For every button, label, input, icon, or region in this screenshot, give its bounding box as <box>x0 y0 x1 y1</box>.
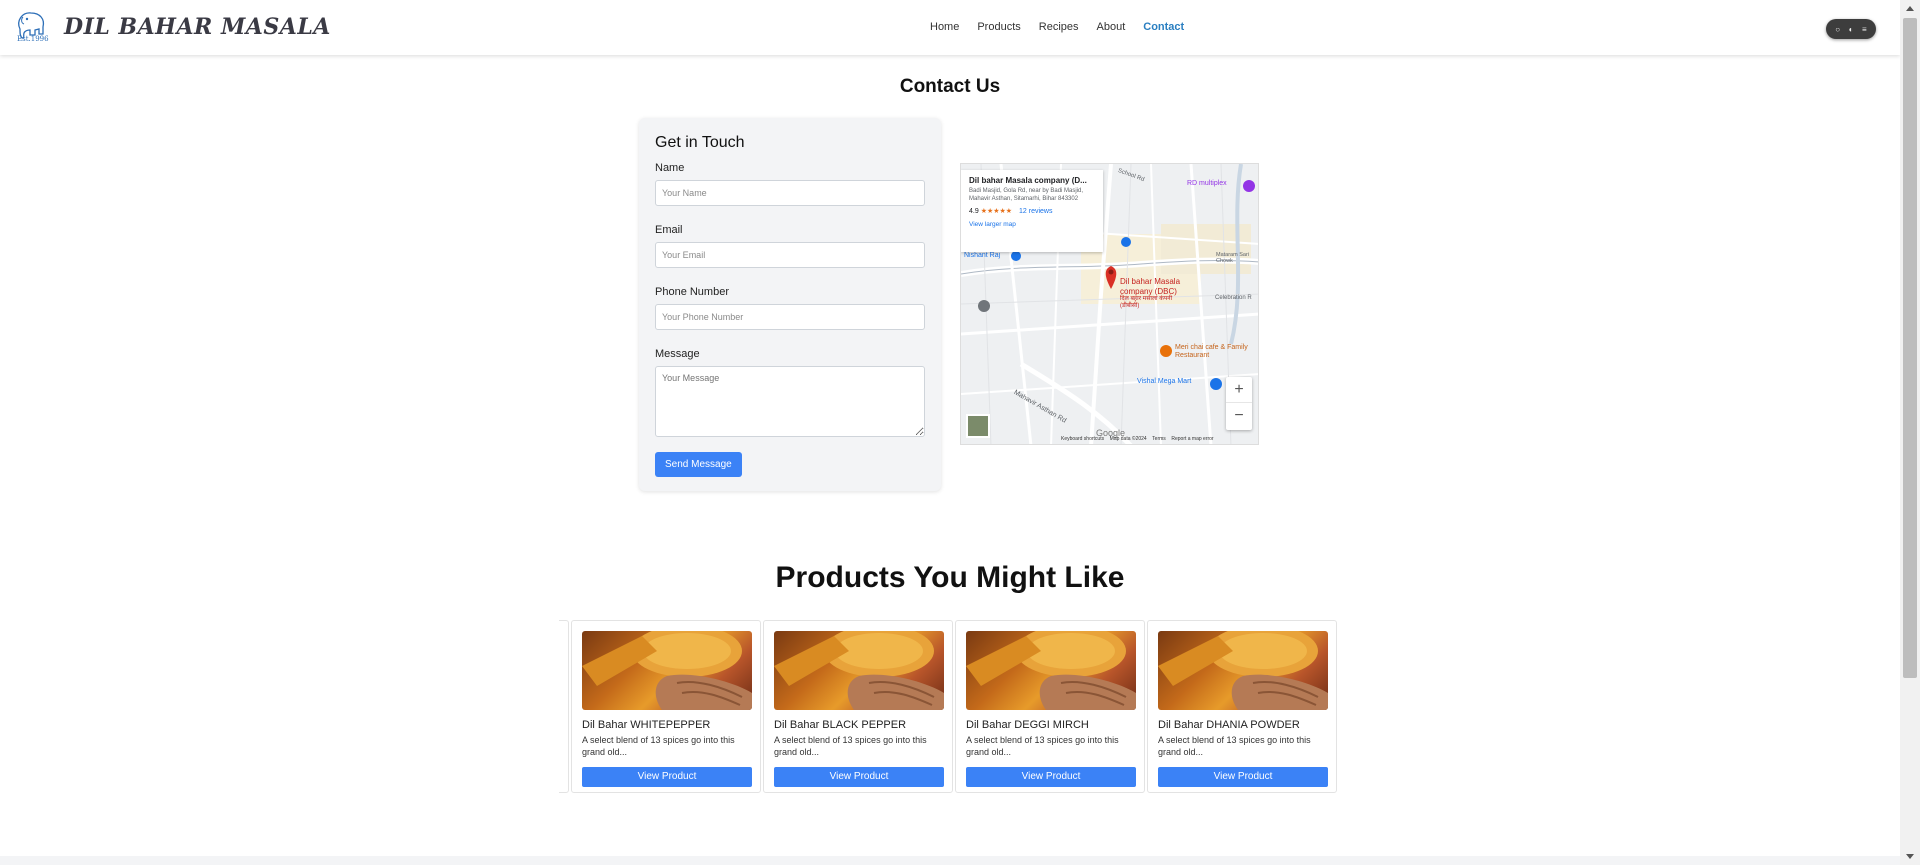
map-place-rating: 4.9 ★★★★★ 12 reviews <box>969 207 1095 215</box>
products-section-title: Products You Might Like <box>775 561 1125 594</box>
nav-link-recipes[interactable]: Recipes <box>1039 21 1079 33</box>
product-description: A select blend of 13 spices go into this… <box>1158 735 1311 758</box>
report-map-error-link[interactable]: Report a map error <box>1171 436 1213 442</box>
star-rating-icon: ★★★★★ <box>980 207 1013 215</box>
map-footer: Keyboard shortcuts Map data ©2024 Terms … <box>1061 436 1214 442</box>
product-card: Dil Bahar BLACK PEPPER A select blend of… <box>763 620 953 793</box>
map-area-celebration: Celebration R <box>1215 295 1252 301</box>
product-card-edge <box>559 620 569 793</box>
map-zoom-controls: + − <box>1226 377 1252 430</box>
scrollbar-thumb[interactable] <box>1903 18 1917 678</box>
map-place-card: Dil bahar Masala company (D... Badi Masj… <box>961 170 1103 252</box>
product-name: Dil Bahar BLACK PEPPER <box>774 719 907 731</box>
nav-link-about[interactable]: About <box>1097 21 1126 33</box>
map-area-mataram: Mataram Sari Chowk <box>1216 252 1250 265</box>
email-input[interactable] <box>655 242 925 268</box>
map-poi-rd-multiplex[interactable]: RD multiplex <box>1187 180 1227 187</box>
embedded-map[interactable]: Dil bahar Masala company (DBC) दिल बहार … <box>960 163 1259 445</box>
map-place-address: Badi Masjid, Gola Rd, near by Badi Masji… <box>969 188 1084 202</box>
view-larger-map-link[interactable]: View larger map <box>969 221 1095 228</box>
map-pin-label: Dil bahar Masala company (DBC) <box>1120 277 1181 296</box>
brand-established: Est.1996 <box>17 35 49 43</box>
view-product-button[interactable]: View Product <box>966 767 1136 787</box>
product-description: A select blend of 13 spices go into this… <box>582 735 735 758</box>
product-description: A select blend of 13 spices go into this… <box>774 735 927 758</box>
turmeric-image-icon <box>582 631 752 710</box>
nav-link-contact[interactable]: Contact <box>1143 21 1184 33</box>
send-message-button[interactable]: Send Message <box>655 452 742 477</box>
zoom-in-button[interactable]: + <box>1226 377 1252 403</box>
scroll-down-icon[interactable] <box>1906 854 1914 859</box>
site-header: Est.1996 DIL BAHAR MASALA Home Products … <box>0 0 1900 55</box>
chat-icon[interactable]: ○ <box>1835 25 1840 34</box>
map-rating-value: 4.9 <box>969 207 979 215</box>
products-carousel: Dil Bahar WHITEPEPPER A select blend of … <box>559 620 1339 793</box>
product-description: A select blend of 13 spices go into this… <box>966 735 1119 758</box>
menu-icon[interactable]: ≡ <box>1862 25 1867 34</box>
brand-name: DIL BAHAR MASALA <box>64 14 331 40</box>
map-data-text: Map data ©2024 <box>1109 436 1147 442</box>
map-poi-meri-chai[interactable]: Meri chai cafe & Family Restaurant <box>1175 344 1255 361</box>
main-nav: Home Products Recipes About Contact <box>930 21 1184 33</box>
product-card: Dil Bahar WHITEPEPPER A select blend of … <box>571 620 761 793</box>
brand-logo[interactable]: Est.1996 DIL BAHAR MASALA <box>14 9 330 45</box>
email-label: Email <box>655 224 683 236</box>
view-product-button[interactable]: View Product <box>774 767 944 787</box>
turmeric-image-icon <box>774 631 944 710</box>
message-textarea[interactable] <box>655 366 925 437</box>
view-product-button[interactable]: View Product <box>582 767 752 787</box>
map-place-name: Dil bahar Masala company (D... <box>969 176 1087 185</box>
toggle-icon[interactable]: ◐ <box>1849 25 1854 34</box>
footer <box>0 856 1900 865</box>
product-image[interactable] <box>582 631 752 710</box>
product-name: Dil Bahar DEGGI MIRCH <box>966 719 1089 731</box>
product-card: Dil Bahar DHANIA POWDER A select blend o… <box>1147 620 1337 793</box>
map-satellite-toggle[interactable] <box>966 414 990 438</box>
page-title: Contact Us <box>899 76 1001 97</box>
turmeric-image-icon <box>1158 631 1328 710</box>
turmeric-image-icon <box>966 631 1136 710</box>
terms-link[interactable]: Terms <box>1152 436 1166 442</box>
zoom-out-button[interactable]: − <box>1226 403 1252 429</box>
keyboard-shortcuts-link[interactable]: Keyboard shortcuts <box>1061 436 1104 442</box>
view-product-button[interactable]: View Product <box>1158 767 1328 787</box>
product-image[interactable] <box>1158 631 1328 710</box>
message-label: Message <box>655 348 700 360</box>
map-reviews-link[interactable]: 12 reviews <box>1019 208 1052 215</box>
product-card: Dil Bahar DEGGI MIRCH A select blend of … <box>955 620 1145 793</box>
name-label: Name <box>655 162 685 174</box>
floating-widget[interactable]: ○ ◐ ≡ <box>1826 19 1876 39</box>
name-input[interactable] <box>655 180 925 206</box>
form-title: Get in Touch <box>655 134 745 151</box>
phone-input[interactable] <box>655 304 925 330</box>
product-image[interactable] <box>966 631 1136 710</box>
map-poi-vishal-mega-mart[interactable]: Vishal Mega Mart <box>1137 378 1191 385</box>
page-scrollbar[interactable] <box>1900 0 1920 865</box>
scroll-up-icon[interactable] <box>1906 6 1914 11</box>
map-poi-nishant-raj[interactable]: Nishant Raj <box>964 252 1000 259</box>
map-pin-label-hindi: दिल बहार मसाला कंपनी (डीबीसी) <box>1120 296 1173 309</box>
product-name: Dil Bahar DHANIA POWDER <box>1158 719 1300 731</box>
product-image[interactable] <box>774 631 944 710</box>
contact-form: Get in Touch Name Email Phone Number Mes… <box>639 118 941 491</box>
product-name: Dil Bahar WHITEPEPPER <box>582 719 711 731</box>
nav-link-products[interactable]: Products <box>977 21 1020 33</box>
nav-link-home[interactable]: Home <box>930 21 959 33</box>
phone-label: Phone Number <box>655 286 729 298</box>
